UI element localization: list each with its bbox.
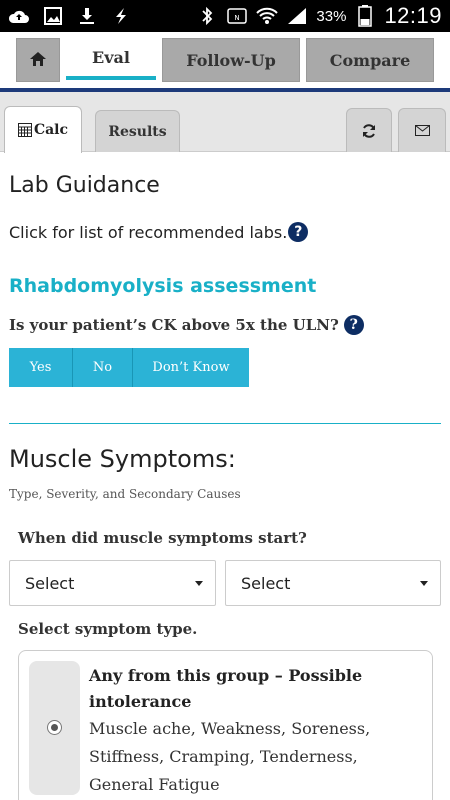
refresh-button[interactable]: [346, 108, 392, 152]
wifi-icon: [256, 4, 279, 28]
status-left-icons: [8, 4, 132, 28]
help-icon[interactable]: ?: [343, 315, 364, 335]
battery-percent: 33%: [316, 7, 347, 25]
sub-nav: Calc Results: [0, 92, 450, 153]
radio-pad[interactable]: [29, 661, 80, 795]
radio-button[interactable]: [47, 720, 62, 735]
symptom-option-card[interactable]: Any from this group – Possible intoleran…: [18, 650, 433, 800]
ck-question-text: Is your patient’s CK above 5x the ULN?: [9, 316, 339, 334]
status-right-icons: N 33% 12:19: [196, 3, 442, 29]
section-divider: [9, 423, 441, 424]
symptom-start-select-2[interactable]: Select: [225, 560, 441, 606]
calculator-icon: [17, 123, 32, 137]
tab-eval[interactable]: Eval: [66, 38, 156, 80]
refresh-icon: [362, 123, 376, 138]
no-button[interactable]: No: [73, 348, 133, 387]
status-bar: N 33% 12:19: [0, 0, 450, 32]
muscle-symptoms-subheading: Type, Severity, and Secondary Causes: [9, 487, 241, 501]
envelope-icon: [414, 125, 430, 136]
lab-guidance-text: Click for list of recommended labs.: [9, 222, 288, 242]
symptom-start-question: When did muscle symptoms start?: [18, 529, 307, 547]
select-value: Select: [241, 573, 291, 593]
select-value: Select: [25, 573, 75, 593]
muscle-symptoms-heading: Muscle Symptoms:: [9, 445, 236, 473]
battery-icon: [354, 4, 376, 28]
rhabdo-heading: Rhabdomyolysis assessment: [9, 275, 317, 297]
caret-down-icon: [195, 581, 203, 586]
tab-follow-up[interactable]: Follow-Up: [162, 38, 300, 82]
symptom-start-select-1[interactable]: Select: [9, 560, 216, 606]
option-description: Muscle ache, Weakness, Soreness, Stiffne…: [89, 719, 371, 794]
ck-answer-group: Yes No Don’t Know: [9, 348, 249, 387]
option-title: Any from this group – Possible intoleran…: [89, 666, 363, 711]
clock: 12:19: [384, 3, 442, 28]
lightning-icon: [110, 4, 132, 28]
lab-guidance-heading: Lab Guidance: [9, 173, 160, 198]
image-icon: [42, 4, 64, 28]
home-button[interactable]: [16, 38, 60, 82]
signal-icon: [286, 4, 308, 28]
ck-question: Is your patient’s CK above 5x the ULN? ?: [9, 315, 364, 335]
bluetooth-icon: [196, 4, 218, 28]
nfc-icon: N: [226, 4, 248, 28]
email-button[interactable]: [398, 108, 446, 152]
caret-down-icon: [420, 581, 428, 586]
dont-know-button[interactable]: Don’t Know: [133, 348, 249, 387]
lab-guidance-link[interactable]: Click for list of recommended labs. ?: [9, 222, 309, 242]
help-icon[interactable]: ?: [288, 222, 309, 242]
tab-calc[interactable]: Calc: [4, 106, 82, 153]
tab-results[interactable]: Results: [95, 110, 180, 152]
download-icon: [76, 4, 98, 28]
tab-compare[interactable]: Compare: [306, 38, 434, 82]
symptom-type-question: Select symptom type.: [18, 620, 198, 638]
svg-text:N: N: [235, 14, 240, 22]
cloud-upload-icon: [8, 4, 30, 28]
yes-button[interactable]: Yes: [9, 348, 73, 387]
home-icon: [30, 51, 46, 70]
top-nav: Eval Follow-Up Compare: [0, 32, 450, 88]
tab-calc-label: Calc: [33, 122, 69, 138]
